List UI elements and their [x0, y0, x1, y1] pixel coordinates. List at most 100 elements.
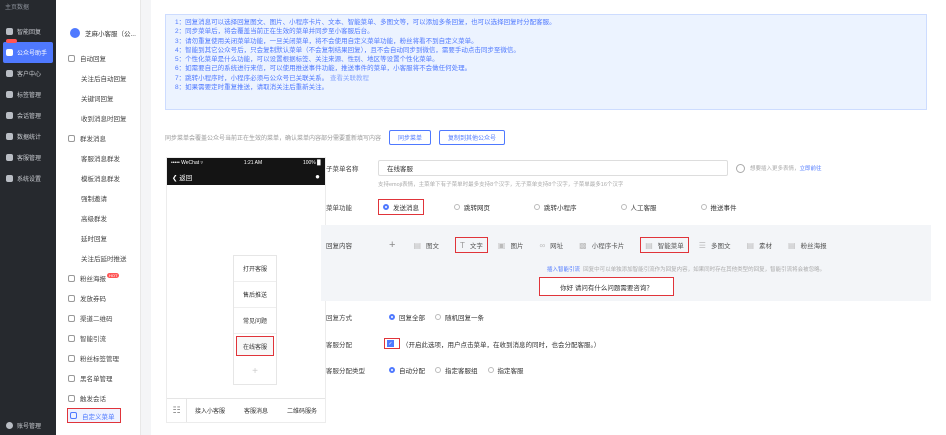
qrcode-icon [68, 314, 75, 322]
mode-row: 回复方式 回复全部 随机回复一条 [326, 312, 528, 322]
guide-icon [68, 334, 75, 342]
nav-item-6[interactable]: 客服管理 [0, 147, 56, 168]
nav-account[interactable]: 账号管理 [0, 418, 47, 432]
coupon-icon [68, 294, 75, 302]
type-image[interactable]: ▣ 图片 [497, 240, 524, 251]
image-icon: ▣ [497, 240, 506, 250]
multi-article-icon: ☰ [698, 240, 706, 250]
nav-item-3[interactable]: 标签管理 [0, 84, 56, 105]
reply-message-box[interactable]: 你好 请问有什么问题需要咨询？ [539, 277, 674, 296]
article-icon: ▤ [413, 240, 421, 250]
type-poster[interactable]: ▤ 粉丝海报 [788, 240, 827, 251]
type-group[interactable]: 指定客服组 [435, 365, 478, 375]
subnav-trigger-session[interactable]: 触发会话 [56, 388, 140, 408]
poster-icon: ▤ [788, 240, 796, 250]
content-label: 回复内容 [326, 243, 352, 250]
miniapp-icon: ▩ [579, 240, 587, 250]
func-jump-miniapp[interactable]: 跳转小程序 [534, 202, 577, 212]
poster-icon [68, 274, 75, 282]
func-push-event[interactable]: 推送事件 [700, 202, 737, 212]
nav-item-2[interactable]: 客户中心 [0, 63, 56, 84]
subnav-keyword-reply[interactable]: 关键词回复 [56, 88, 140, 108]
menu-icon: ▤ [645, 240, 653, 250]
subnav-blacklist[interactable]: 黑名单管理 [56, 368, 140, 388]
function-row: 菜单功能 发送消息 跳转网页 跳转小程序 人工客服 推送事件 [326, 199, 781, 215]
broadcast-icon [68, 134, 75, 142]
blacklist-icon [68, 374, 75, 382]
user-icon [6, 421, 13, 429]
insert-guide-link[interactable]: 插入智能引流 [547, 267, 580, 273]
nav-item-7[interactable]: 系统设置 [0, 168, 56, 189]
subnav-follow-reply[interactable]: 关注后自动回复 [56, 68, 140, 88]
subnav-custom-menu[interactable]: 自定义菜单 [67, 408, 121, 423]
subnav-poster[interactable]: 粉丝海报 HOT [56, 268, 140, 288]
type-specific[interactable]: 指定客服 [487, 365, 524, 375]
emoji-icon[interactable] [736, 163, 745, 173]
session-icon [68, 394, 75, 402]
chat-bubble-icon [6, 112, 13, 119]
mode-all[interactable]: 回复全部 [389, 312, 425, 322]
subnav-delay-reply[interactable]: 延时回复 [56, 228, 140, 248]
subnav-qrcode[interactable]: 渠道二维码 [56, 308, 140, 328]
menu-form: 子菜单名称 在线客服 想要插入更多表情， 立即前往 支持emoji表情，主菜单下有… [151, 0, 946, 435]
nav-item-4[interactable]: 会话管理 [0, 105, 56, 126]
subnav-auto-reply[interactable]: 自动回复 [56, 48, 140, 68]
name-row: 子菜单名称 在线客服 想要插入更多表情， 立即前往 [326, 160, 822, 176]
type-article[interactable]: ▤ 图文 [413, 240, 439, 251]
subnav-broadcast[interactable]: 群发消息 [56, 128, 140, 148]
mode-label: 回复方式 [326, 315, 352, 322]
subnav-follow-delay[interactable]: 关注后延时推送 [56, 248, 140, 268]
type-auto[interactable]: 自动分配 [389, 365, 425, 375]
headset-icon [6, 154, 13, 161]
type-link[interactable]: ∞ 网址 [539, 240, 563, 251]
type-multi-article[interactable]: ☰ 多图文 [698, 240, 731, 251]
account-selector[interactable]: 芝麻小客服（公... [56, 21, 140, 45]
subnav-smart-guide[interactable]: 智能引流 [56, 328, 140, 348]
subnav-template-broadcast[interactable]: 模板消息群发 [56, 168, 140, 188]
type-smart-menu[interactable]: ▤ 智能菜单 [640, 237, 689, 253]
mode-random[interactable]: 随机回复一条 [435, 312, 484, 322]
func-human-service[interactable]: 人工客服 [620, 202, 657, 212]
content-type-toolbar: ▤ 图文 T 文字 ▣ 图片 ∞ 网址 ▩ 小程序卡片 ▤ 智能菜单 ☰ 多图文 ▤ 素材 ▤ 粉… [413, 237, 842, 253]
users-icon [6, 70, 13, 77]
avatar [70, 28, 80, 38]
check-icon: ✓ [387, 340, 394, 347]
sub-sidebar: 芝麻小客服（公... 自动回复 关注后自动回复 关键词回复 收到消息时回复 群发… [56, 0, 141, 435]
menu-icon [70, 412, 77, 419]
send-icon [6, 28, 13, 35]
subnav-coupon[interactable]: 发放券码 [56, 288, 140, 308]
emoji-tip: 想要插入更多表情， [750, 166, 800, 172]
guide-hint: 插入智能引流 回复中可以单独添加智能引流作为回复内容，如果同时存在其他类型的回复… [547, 267, 826, 273]
sidebar-top-label: 主页数据 [5, 5, 30, 11]
name-label: 子菜单名称 [326, 166, 359, 173]
name-tip: 支持emoji表情，主菜单下有子菜单时最多支持8个汉字，无子菜单支持8个汉字，子… [378, 182, 624, 188]
subnav-cs-broadcast[interactable]: 客服消息群发 [56, 148, 140, 168]
name-tip-row: 支持emoji表情，主菜单下有子菜单时最多支持8个汉字，无子菜单支持8个汉字，子… [378, 180, 623, 188]
type-miniapp[interactable]: ▩ 小程序卡片 [579, 240, 624, 251]
func-send-message[interactable]: 发送消息 [378, 199, 424, 215]
nav-item-5[interactable]: 数据统计 [0, 126, 56, 147]
tag-icon [68, 354, 75, 362]
text-icon: T [460, 240, 465, 250]
func-jump-web[interactable]: 跳转网页 [454, 202, 490, 212]
hot-badge: HOT [107, 272, 120, 278]
emoji-link[interactable]: 立即前往 [800, 164, 822, 172]
link-icon: ∞ [539, 240, 546, 250]
subnav-tag-manage[interactable]: 粉丝标签管理 [56, 348, 140, 368]
type-material[interactable]: ▤ 素材 [746, 240, 772, 251]
assign-type-label: 客服分配类型 [326, 368, 365, 375]
add-content-button[interactable]: + [389, 239, 395, 251]
subnav-advanced-broadcast[interactable]: 高级群发 [56, 208, 140, 228]
nav-item-1[interactable]: 公众号助手 [3, 39, 53, 63]
assign-row: 客服分配 ✓ （开启此选项，用户点击菜单，在收到消息的同时，也会分配客服。） [326, 338, 600, 349]
main-panel: 1：回复消息可以选择回复图文、图片、小程序卡片、文本、智能菜单、多图文等，可以添… [151, 0, 946, 435]
reply-icon [68, 54, 75, 62]
subnav-force-invite[interactable]: 强制邀请 [56, 188, 140, 208]
subnav-message-reply[interactable]: 收到消息时回复 [56, 108, 140, 128]
tag-icon [6, 91, 13, 98]
bar-chart-icon [6, 133, 13, 140]
chat-icon [6, 49, 13, 56]
assign-checkbox[interactable]: ✓ [384, 338, 400, 349]
name-input[interactable]: 在线客服 [378, 160, 728, 176]
type-text[interactable]: T 文字 [455, 237, 488, 253]
